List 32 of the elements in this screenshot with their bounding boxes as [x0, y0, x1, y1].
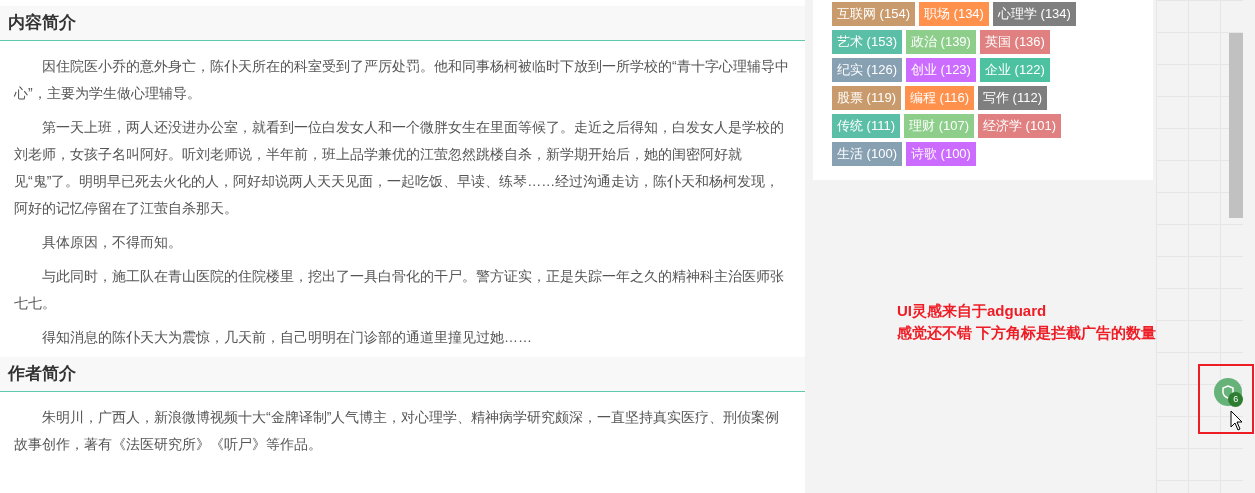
paragraph: 得知消息的陈仆天大为震惊，几天前，自己明明在门诊部的通道里撞见过她……: [41, 328, 533, 347]
tag-chip[interactable]: 艺术 (153): [832, 30, 902, 54]
paragraph: 朱明川，广西人，新浪微博视频十大“金牌译制”人气博主，对心理学、精神病学研究颇深，一直坚持真实医疗、刑侦案例故事创作，著有《法医研究所》《听尸》等作品。: [14, 408, 781, 454]
paragraph: 与此同时，施工队在青山医院的住院楼里，挖出了一具白骨化的干尸。警方证实，正是失踪一年之久的精神科主治医师张七七。: [14, 267, 785, 313]
tag-chip[interactable]: 政治 (139): [905, 30, 976, 54]
tag-chip[interactable]: 股票 (119): [832, 86, 901, 110]
paragraph: 具体原因，不得而知。: [41, 233, 183, 252]
section-title: 内容简介: [8, 12, 76, 35]
tag-chip[interactable]: 职场 (134): [918, 2, 989, 26]
tag-chip[interactable]: 心理学 (134): [992, 2, 1076, 26]
tag-chip[interactable]: 经济学 (101): [978, 114, 1061, 138]
tag-chip[interactable]: 理财 (107): [904, 114, 974, 138]
tag-chip[interactable]: 传统 (111): [832, 114, 901, 138]
tag-chip[interactable]: 英国 (136): [979, 30, 1050, 54]
tag-chip[interactable]: 编程 (116): [905, 86, 974, 110]
tag-chip[interactable]: 互联网 (154): [832, 2, 915, 26]
ad-blocker-button[interactable]: 6: [1214, 378, 1243, 406]
annotation-frame: [1198, 364, 1255, 434]
tag-chip[interactable]: 企业 (122): [979, 58, 1050, 82]
paragraph: 因住院医小乔的意外身亡，陈仆天所在的科室受到了严厉处罚。他和同事杨柯被临时下放到一所学校的“青十字心理辅导中心”，主要为学生做心理辅导。: [14, 57, 790, 103]
section-title: 作者简介: [8, 363, 76, 386]
tag-chip[interactable]: 写作 (112): [978, 86, 1047, 110]
blocked-count-badge: 6: [1228, 392, 1244, 407]
cursor-icon: [1230, 410, 1244, 431]
shield-icon: [1222, 385, 1235, 399]
tag-chip[interactable]: 诗歌 (100): [905, 142, 976, 166]
tag-chip[interactable]: 纪实 (126): [832, 58, 902, 82]
tag-chip[interactable]: 生活 (100): [832, 142, 902, 166]
tag-chip[interactable]: 创业 (123): [905, 58, 976, 82]
annotation-text: 感觉还不错 下方角标是拦截广告的数量: [897, 323, 1157, 343]
paragraph: 第一天上班，两人还没进办公室，就看到一位白发女人和一个微胖女生在里面等候了。走近之后得知，白发女人是学校的刘老师，女孩子名叫阿好。听刘老师说，半年前，班上品学兼优的江萤忽然跳楼自杀，新学期开始后，她的闺密阿好就见“鬼”了。明明早已死去火化的人，阿好却说两人天天见面，一起吃饭、早读、练琴……经过沟通走访，陈仆天和杨柯发现，阿好的记忆停留在了江萤自杀那天。: [14, 118, 785, 218]
annotation-text: UI灵感来自于adguard: [897, 301, 1048, 321]
